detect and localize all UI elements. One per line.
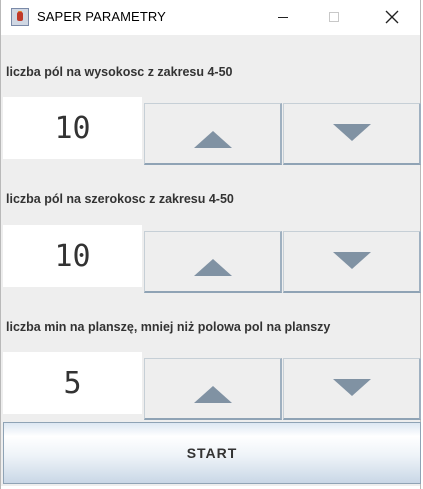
window-title: SAPER PARAMETRY <box>37 9 166 24</box>
mines-value-field[interactable]: 5 <box>3 352 142 414</box>
arrow-up-icon <box>193 131 232 148</box>
title-bar[interactable]: SAPER PARAMETRY <box>1 0 420 35</box>
mines-decrease-button[interactable] <box>283 358 421 420</box>
maximize-button[interactable] <box>311 0 357 34</box>
mines-increase-button[interactable] <box>144 358 282 420</box>
width-value-field[interactable]: 10 <box>3 225 142 287</box>
close-icon <box>385 10 399 24</box>
arrow-up-icon <box>193 259 232 276</box>
arrow-down-icon <box>332 379 371 396</box>
width-increase-button[interactable] <box>144 231 282 293</box>
height-label: liczba pól na wysokosc z zakresu 4-50 <box>6 65 233 79</box>
mines-label: liczba min na planszę, mniej niż polowa … <box>6 320 331 334</box>
height-increase-button[interactable] <box>144 103 282 165</box>
arrow-up-icon <box>193 386 232 403</box>
start-button[interactable]: START <box>3 422 421 484</box>
close-button[interactable] <box>369 0 415 34</box>
arrow-down-icon <box>332 252 371 269</box>
saper-parameters-window: SAPER PARAMETRY liczba pól na wysokosc z… <box>0 0 421 489</box>
maximize-icon <box>329 12 339 22</box>
width-decrease-button[interactable] <box>283 231 421 293</box>
width-label: liczba pól na szerokosc z zakresu 4-50 <box>6 192 234 206</box>
minimize-button[interactable] <box>260 0 306 34</box>
height-decrease-button[interactable] <box>283 103 421 165</box>
minimize-icon <box>278 16 288 18</box>
java-cup-icon <box>11 8 29 26</box>
height-value-field[interactable]: 10 <box>3 97 142 159</box>
arrow-down-icon <box>332 124 371 141</box>
